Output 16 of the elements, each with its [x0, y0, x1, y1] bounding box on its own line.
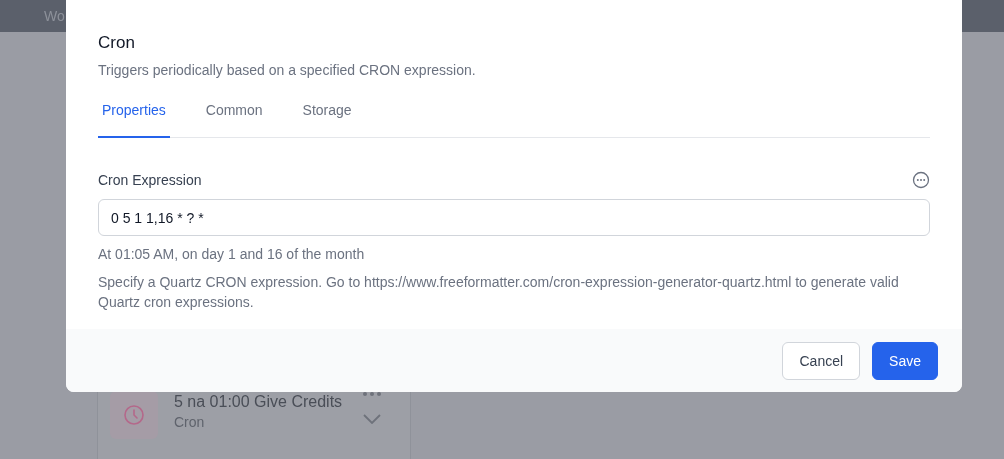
field-label: Cron Expression: [98, 172, 202, 188]
more-icon[interactable]: [362, 391, 383, 397]
cron-expression-field[interactable]: 0 5 1 1,16 * ? *: [98, 199, 930, 236]
tab[interactable]: Common: [201, 88, 267, 138]
activity-title: 5 na 01:00 Give Credits: [174, 393, 343, 411]
help-text: Specify a Quartz CRON expression. Go to https://www.freeformatter.com/cron-expression-generator-quartz.html to generate valid Quartz cron expressions.: [98, 273, 900, 312]
dialog-title: Cron: [98, 33, 136, 53]
more-icon[interactable]: [912, 171, 930, 189]
dialog-description: Triggers periodically based on a specified CRON expression.: [98, 62, 477, 78]
cancel-button[interactable]: Cancel: [782, 341, 861, 380]
save-button[interactable]: Save: [872, 341, 938, 380]
tab[interactable]: Storage: [298, 88, 356, 138]
clock-icon: [110, 391, 158, 439]
activity-type: Cron: [174, 414, 206, 430]
tab[interactable]: Properties: [98, 88, 170, 138]
cron-summary: At 01:05 AM, on day 1 and 16 of the month: [98, 246, 366, 262]
